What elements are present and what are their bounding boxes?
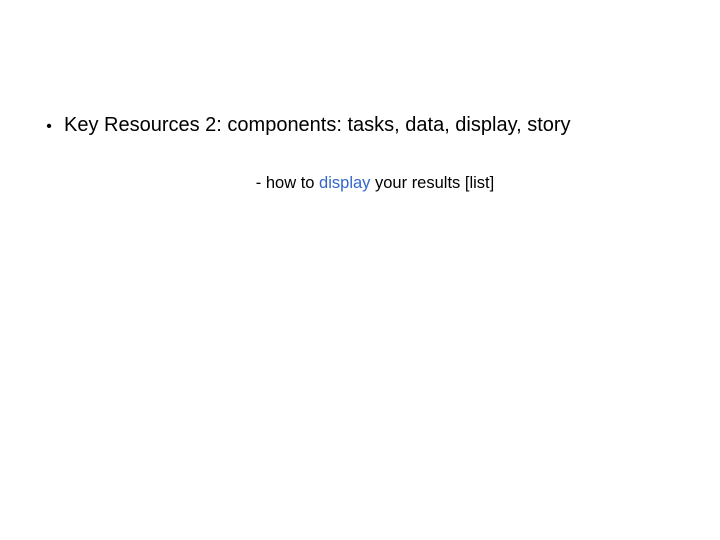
bullet-item: • Key Resources 2: components: tasks, da… [34,112,686,138]
slide-content: • Key Resources 2: components: tasks, da… [0,0,720,193]
subline: - how to display your results [list] [34,174,686,193]
subline-suffix: your results [list] [370,174,494,192]
subline-prefix: - how to [256,174,319,192]
subline-link[interactable]: display [319,174,370,192]
bullet-text: Key Resources 2: components: tasks, data… [64,112,686,138]
bullet-marker: • [34,117,64,138]
